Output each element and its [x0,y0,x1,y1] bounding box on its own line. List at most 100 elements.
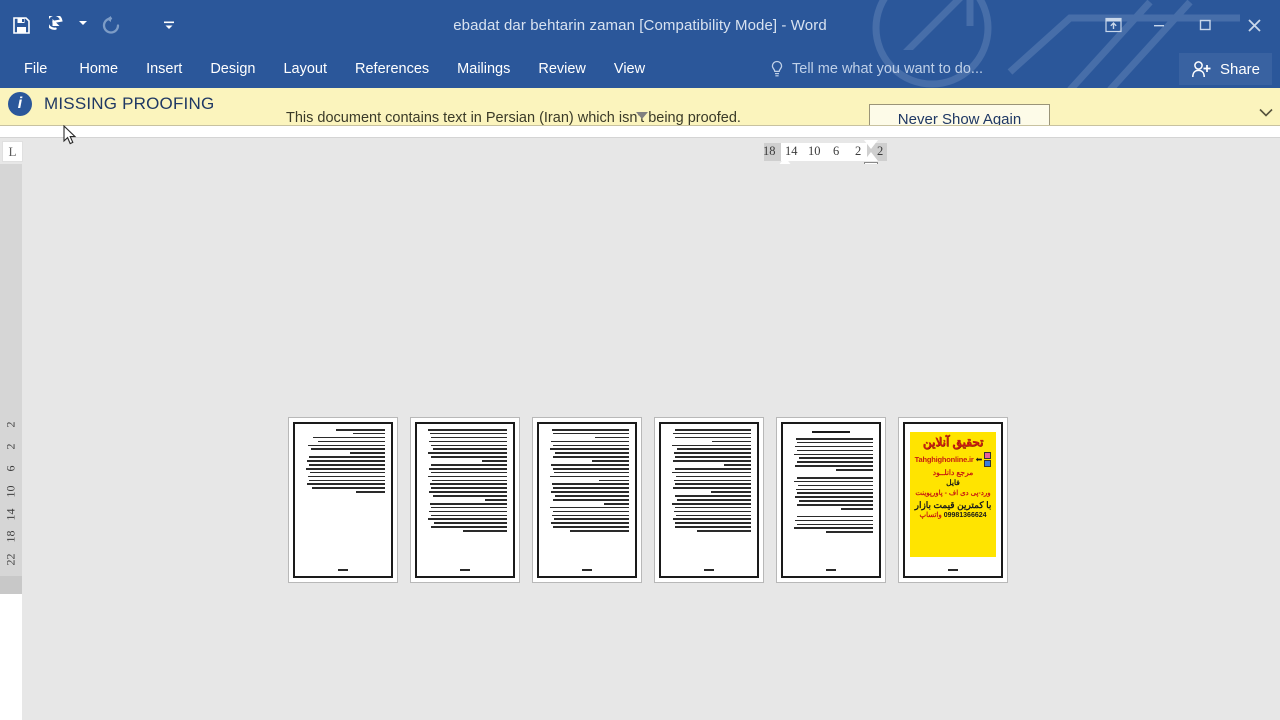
tab-references[interactable]: References [341,50,443,88]
vruler-margin-top [0,576,22,594]
tab-insert[interactable]: Insert [132,50,196,88]
page-2 [415,422,515,578]
vruler-number-14: 14 [4,504,19,526]
vruler-number-10: 10 [4,481,19,503]
advertisement-whatsapp-label: واتساپ [919,512,941,519]
page-thumbnail-strip: تحقیق آنلاین Tahghighonline.ir ⬅ مرجع دا… [288,417,1008,583]
minimize-button[interactable] [1136,0,1182,50]
minimize-icon [1152,18,1166,32]
advertisement-phone: 09981366624 [944,512,987,519]
notice-title: MISSING PROOFING [44,94,214,114]
window-controls [1090,0,1280,50]
close-button[interactable] [1228,0,1280,50]
document-title: ebadat dar behtarin zaman [Compatibility… [0,0,1280,50]
page-thumbnail[interactable] [532,417,642,583]
tab-design[interactable]: Design [196,50,269,88]
tab-design-label: Design [210,61,255,77]
tab-view[interactable]: View [600,50,659,88]
tab-insert-label: Insert [146,61,182,77]
share-button[interactable]: Share [1179,53,1272,85]
page-thumbnail[interactable] [776,417,886,583]
notice-collapse-button[interactable] [1258,106,1274,124]
page-3-footer [539,569,635,571]
page-2-footer [417,569,513,571]
close-icon [1246,17,1263,34]
tab-references-label: References [355,61,429,77]
tab-stop-selector-label: L [9,144,17,160]
never-show-again-button[interactable]: Never Show Again [869,104,1050,126]
tab-file[interactable]: File [0,50,65,88]
vruler-number-2b: 2 [4,436,19,458]
ribbon-tabs: File Home Insert Design Layout Reference… [0,50,659,88]
page-4 [659,422,759,578]
page-4-footer [661,569,757,571]
page-6-footer [905,569,1001,571]
word-window: ebadat dar behtarin zaman [Compatibility… [0,0,1280,720]
advertisement-panel: تحقیق آنلاین Tahghighonline.ir ⬅ مرجع دا… [910,432,996,557]
triangle-down-icon [636,112,648,136]
restore-icon [1198,18,1212,32]
lightbulb-icon [770,60,784,78]
vruler-text-area [0,594,22,720]
tab-home-label: Home [79,61,118,77]
tab-mailings-label: Mailings [457,61,510,77]
advertisement-line-4: با کمترین قیمت بازار [912,500,994,510]
page-2-body [423,429,507,532]
ruler-band [0,138,1280,164]
vertical-ruler[interactable]: 2 2 6 10 14 18 22 [0,164,22,584]
page-thumbnail[interactable] [410,417,520,583]
page-5-body [789,438,873,533]
ruler-number-2a: 2 [855,144,861,159]
page-3 [537,422,637,578]
advertisement-url: Tahghighonline.ir [915,455,974,464]
advertisement-contact: 09981366624 واتساپ [912,512,994,520]
page-5-footer [783,569,879,571]
tab-layout-label: Layout [283,61,327,77]
vruler-number-6: 6 [4,458,19,480]
page-4-body [667,429,751,532]
advertisement-line-2: فایل [912,479,994,488]
tab-mailings[interactable]: Mailings [443,50,524,88]
right-indent-marker[interactable] [864,152,878,161]
tab-home[interactable]: Home [65,50,132,88]
ribbon-tab-bar: File Home Insert Design Layout Reference… [0,50,1280,88]
page-6: تحقیق آنلاین Tahghighonline.ir ⬅ مرجع دا… [903,422,1003,578]
notice-text: This document contains text in Persian (… [286,110,741,126]
advertisement: تحقیق آنلاین Tahghighonline.ir ⬅ مرجع دا… [909,428,997,572]
app-chip-icon [984,452,991,459]
tell-me-placeholder: Tell me what you want to do... [792,61,983,77]
page-1-footer [295,569,391,571]
ruler-number-6: 6 [833,144,839,159]
tab-layout[interactable]: Layout [269,50,341,88]
chevron-down-icon [1258,107,1274,119]
advertisement-logo: تحقیق آنلاین [923,436,983,449]
tell-me-search[interactable]: Tell me what you want to do... [770,50,983,88]
page-thumbnail[interactable]: تحقیق آنلاین Tahghighonline.ir ⬅ مرجع دا… [898,417,1008,583]
advertisement-line-3: ورد-پی دی اف - پاورپوینت [912,490,994,498]
page-5 [781,422,881,578]
restore-button[interactable] [1182,0,1228,50]
ruler-number-10: 10 [808,144,821,159]
ribbon-display-options-button[interactable] [1090,0,1136,50]
page-5-heading [812,431,851,433]
document-title-text: ebadat dar behtarin zaman [Compatibility… [453,17,827,34]
document-canvas[interactable]: تحقیق آنلاین Tahghighonline.ir ⬅ مرجع دا… [22,164,1280,720]
tab-review-label: Review [538,61,586,77]
tab-stop-selector-button[interactable]: L [2,141,23,162]
person-add-icon [1191,60,1212,79]
tab-review[interactable]: Review [524,50,600,88]
first-line-indent-marker[interactable] [864,140,878,149]
page-3-body [545,429,629,532]
info-icon: i [8,92,32,116]
collapse-ribbon-button[interactable] [636,119,648,137]
vruler-number-18: 18 [4,526,19,548]
arrow-cursor [63,125,79,147]
advertisement-line-1: مرجع دانلــود [912,469,994,478]
advertisement-url-row: Tahghighonline.ir ⬅ [912,452,994,467]
app-chip-icon [984,460,991,467]
page-1 [293,422,393,578]
page-thumbnail[interactable] [288,417,398,583]
page-thumbnail[interactable] [654,417,764,583]
tab-file-label: File [24,61,47,77]
left-arrow-icon: ⬅ [976,455,983,464]
